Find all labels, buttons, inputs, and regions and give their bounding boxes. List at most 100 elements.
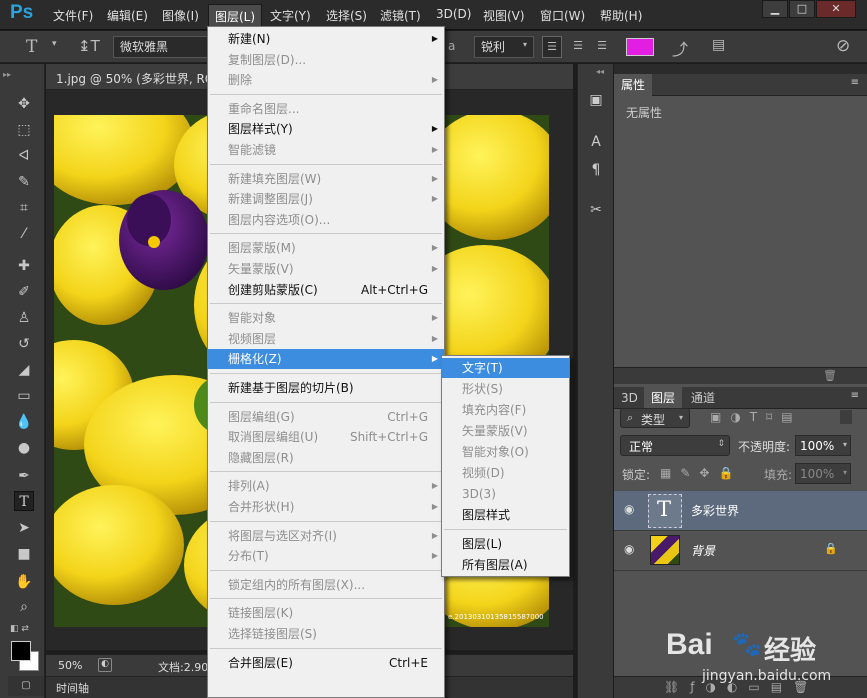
- rasterize-submenu-item[interactable]: 图层样式: [442, 505, 569, 525]
- text-color-swatch[interactable]: [626, 38, 654, 56]
- layer-menu-item: 复制图层(D)...: [208, 50, 444, 70]
- menu-edit[interactable]: 编辑(E): [107, 7, 148, 24]
- gradient-tool-icon[interactable]: ▭: [14, 386, 34, 406]
- character-panel-icon[interactable]: ▤: [712, 37, 725, 53]
- type-tool-icon[interactable]: T: [14, 491, 34, 511]
- share-icon[interactable]: ◐: [98, 658, 112, 672]
- type-tool-preset-icon[interactable]: T: [26, 37, 37, 57]
- history-brush-tool-icon[interactable]: ↺: [14, 334, 34, 354]
- rectangle-tool-icon[interactable]: ■: [14, 544, 34, 564]
- layer-menu-item[interactable]: 创建剪贴蒙版(C) Alt+Ctrl+G: [208, 280, 444, 300]
- dodge-tool-icon[interactable]: ●: [14, 438, 34, 458]
- layer-menu-item: 矢量蒙版(V) ▶: [208, 259, 444, 279]
- paragraph-panel-icon[interactable]: ¶: [586, 160, 606, 180]
- filter-toggle[interactable]: [840, 410, 852, 424]
- tools-panel: ▸▸ ✥ ⬚ ᐊ ✎ ⌗ ⁄ ✚ ✐ ♙ ↺ ◢ ▭ 💧 ● ✒ T ➤ ■ ✋…: [0, 64, 45, 698]
- tab-properties[interactable]: 属性: [614, 74, 653, 96]
- move-tool-icon[interactable]: ✥: [14, 94, 34, 114]
- clone-stamp-tool-icon[interactable]: ♙: [14, 308, 34, 328]
- align-center-icon[interactable]: ☰: [568, 36, 588, 58]
- foreground-color-swatch[interactable]: [11, 641, 31, 661]
- collapse-icon[interactable]: ▸▸: [3, 70, 11, 79]
- menu-item-label: 图层蒙版(M): [228, 241, 296, 256]
- trash-icon[interactable]: 🗑: [823, 369, 837, 382]
- layer-name[interactable]: 背景: [691, 542, 715, 559]
- menu-item-label: 图层编组(G): [228, 409, 295, 424]
- path-select-tool-icon[interactable]: ➤: [14, 518, 34, 538]
- menu-item-shortcut: Ctrl+E: [389, 655, 428, 670]
- layer-menu-item: 锁定组内的所有图层(X)...: [208, 575, 444, 595]
- crop-tool-icon[interactable]: ⌗: [14, 198, 34, 218]
- quick-select-tool-icon[interactable]: ✎: [14, 172, 34, 192]
- layer-menu-item[interactable]: 栅格化(Z) ▶: [208, 349, 444, 370]
- menu-item-label: 栅格化(Z): [228, 352, 282, 367]
- lasso-tool-icon[interactable]: ᐊ: [14, 146, 34, 166]
- layer-row-text[interactable]: ◉ T 多彩世界: [614, 491, 867, 531]
- opacity-input[interactable]: 100% ▾: [795, 435, 851, 456]
- tab-3d[interactable]: 3D: [614, 387, 645, 409]
- pen-tool-icon[interactable]: ✒: [14, 466, 34, 486]
- menu-filter[interactable]: 滤镜(T): [380, 7, 421, 24]
- panel-menu-icon[interactable]: ≡: [851, 390, 859, 401]
- blend-mode-select[interactable]: 正常 ⇕: [620, 435, 730, 456]
- rasterize-submenu-item[interactable]: 所有图层(A): [442, 555, 569, 575]
- screen-mode-icon[interactable]: ▢: [8, 676, 44, 696]
- menu-image[interactable]: 图像(I): [162, 7, 199, 24]
- minimize-button[interactable]: ▁: [762, 0, 788, 18]
- layer-name[interactable]: 多彩世界: [691, 502, 739, 519]
- menu-window[interactable]: 窗口(W): [540, 7, 585, 24]
- default-colors-icon[interactable]: ◧ ⇄: [10, 624, 29, 634]
- layer-row-background[interactable]: ◉ 背景 🔒: [614, 531, 867, 571]
- close-button[interactable]: ✕: [816, 0, 856, 18]
- collapse-icon[interactable]: ◂◂: [596, 67, 604, 76]
- blur-tool-icon[interactable]: 💧: [14, 412, 34, 432]
- rasterize-submenu-item: 填充内容(F): [442, 400, 569, 420]
- lock-icons[interactable]: ▦✎✥🔒: [660, 466, 742, 480]
- layers-tabs: 3D 图层 通道 ≡: [614, 387, 867, 409]
- layer-menu-item[interactable]: 新建基于图层的切片(B): [208, 378, 444, 398]
- menu-help[interactable]: 帮助(H): [600, 7, 642, 24]
- hand-tool-icon[interactable]: ✋: [14, 572, 34, 592]
- visibility-eye-icon[interactable]: ◉: [624, 502, 634, 516]
- history-panel-icon[interactable]: ▣: [586, 90, 606, 110]
- toggle-orientation-icon[interactable]: ↨T: [78, 37, 100, 55]
- eyedropper-tool-icon[interactable]: ⁄: [14, 224, 34, 244]
- character-panel-icon[interactable]: A: [586, 132, 606, 152]
- menu-3d[interactable]: 3D(D): [436, 7, 471, 21]
- zoom-tool-icon[interactable]: ⌕: [14, 597, 34, 617]
- timeline-tab[interactable]: 时间轴: [56, 680, 89, 696]
- tool-presets-icon[interactable]: ✂: [586, 200, 606, 220]
- maximize-button[interactable]: □: [789, 0, 815, 18]
- tab-layers[interactable]: 图层: [644, 387, 683, 409]
- fill-input[interactable]: 100% ▾: [795, 463, 851, 484]
- layer-menu-item[interactable]: 图层样式(Y) ▶: [208, 119, 444, 139]
- layer-menu-item: 图层内容选项(O)...: [208, 210, 444, 230]
- warp-text-icon[interactable]: ⤴: [672, 36, 688, 60]
- menu-file[interactable]: 文件(F): [53, 7, 93, 24]
- layer-menu-item[interactable]: 新建(N) ▶: [208, 29, 444, 49]
- chevron-down-icon[interactable]: ▾: [52, 39, 57, 49]
- zoom-level[interactable]: 50%: [58, 659, 82, 672]
- visibility-eye-icon[interactable]: ◉: [624, 542, 634, 556]
- align-right-icon[interactable]: ☰: [592, 36, 612, 58]
- marquee-tool-icon[interactable]: ⬚: [14, 120, 34, 140]
- layer-filter-select[interactable]: ⌕ 类型 ▾: [620, 408, 690, 428]
- menu-view[interactable]: 视图(V): [483, 7, 525, 24]
- cancel-icon[interactable]: ⊘: [836, 36, 850, 56]
- align-left-icon[interactable]: ☰: [542, 36, 562, 58]
- menu-type[interactable]: 文字(Y): [270, 7, 311, 24]
- rasterize-submenu-item[interactable]: 图层(L): [442, 534, 569, 554]
- font-family-select[interactable]: 微软雅黑: [113, 36, 211, 58]
- menu-select[interactable]: 选择(S): [326, 7, 367, 24]
- brush-tool-icon[interactable]: ✐: [14, 282, 34, 302]
- healing-brush-tool-icon[interactable]: ✚: [14, 256, 34, 276]
- menu-item-label: 链接图层(K): [228, 606, 294, 621]
- panel-menu-icon[interactable]: ≡: [851, 77, 859, 88]
- tab-channels[interactable]: 通道: [684, 387, 722, 409]
- layer-filter-icons[interactable]: ▣◑T⌑▤: [710, 410, 802, 424]
- menu-layer[interactable]: 图层(L): [208, 4, 263, 28]
- layer-menu-item[interactable]: 合并图层(E) Ctrl+E: [208, 653, 444, 673]
- eraser-tool-icon[interactable]: ◢: [14, 360, 34, 380]
- rasterize-submenu-item[interactable]: 文字(T): [442, 358, 569, 378]
- submenu-arrow-icon: ▶: [431, 481, 438, 491]
